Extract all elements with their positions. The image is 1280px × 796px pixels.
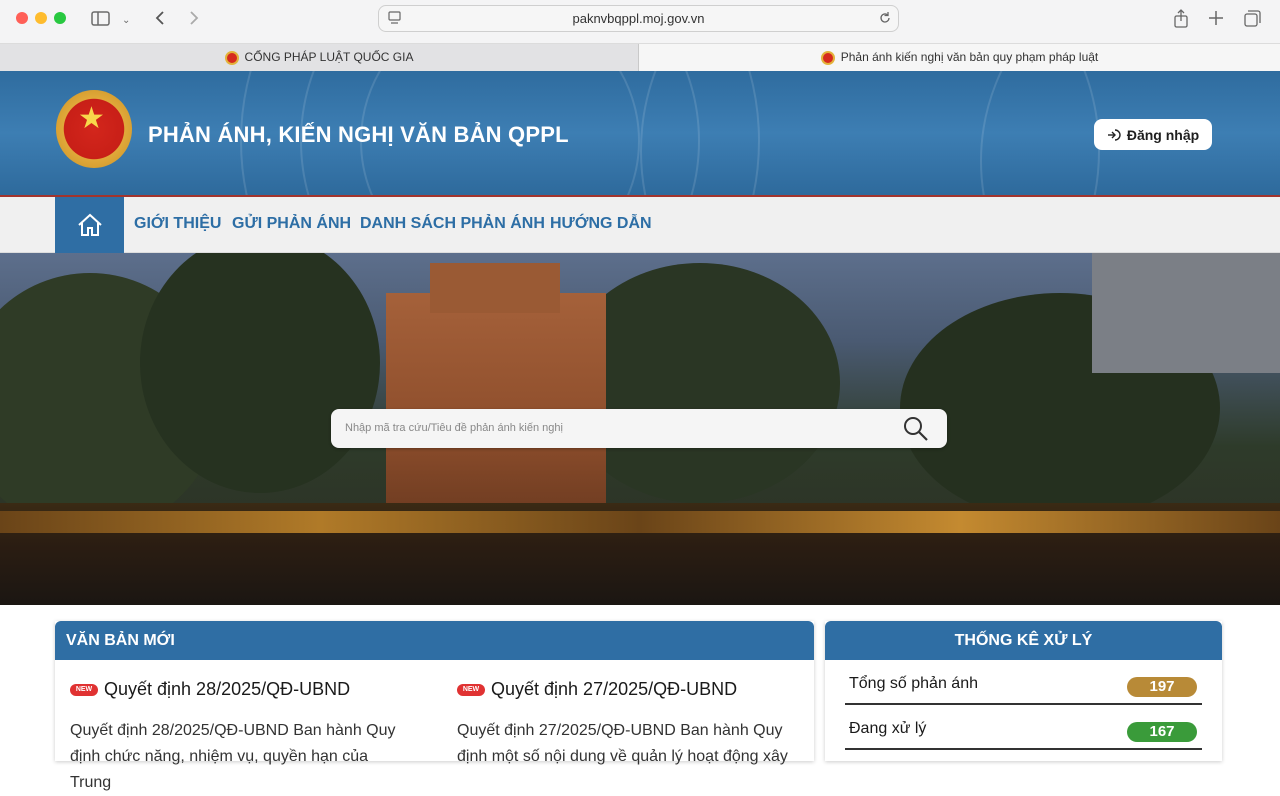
forward-icon[interactable] <box>188 10 200 30</box>
tab-phan-anh[interactable]: Phản ánh kiến nghị văn bản quy phạm pháp… <box>639 44 1280 71</box>
document-title-link[interactable]: Quyết định 28/2025/QĐ-UBND <box>104 679 350 700</box>
search-input[interactable] <box>345 419 885 437</box>
chevron-down-icon[interactable]: ⌄ <box>122 13 130 29</box>
emblem-icon <box>224 50 239 65</box>
hero-banner <box>0 253 1280 605</box>
new-documents-panel: VĂN BẢN MỚI NEW Quyết định 28/2025/QĐ-UB… <box>55 621 814 791</box>
hero-tower <box>386 293 606 523</box>
login-button[interactable]: Đăng nhập <box>1094 119 1212 150</box>
site-header: ★ PHẢN ÁNH, KIẾN NGHỊ VĂN BẢN QPPL Đăng … <box>0 71 1280 197</box>
stat-total[interactable]: Tổng số phản ánh 197 <box>845 660 1202 705</box>
search-icon <box>904 417 928 441</box>
search-button[interactable] <box>903 416 931 442</box>
browser-toolbar: ⌄ paknvbqppl.moj.gov.vn <box>0 0 1280 44</box>
home-button[interactable] <box>55 197 124 253</box>
hero-tower-top <box>430 263 560 313</box>
login-icon <box>1107 128 1121 141</box>
stat-value-badge: 197 <box>1127 677 1197 697</box>
share-icon[interactable] <box>1173 9 1189 32</box>
tab-bar: CỔNG PHÁP LUẬT QUỐC GIA Phản ánh kiến ng… <box>0 44 1280 71</box>
tab-label: CỔNG PHÁP LUẬT QUỐC GIA <box>244 50 414 64</box>
new-badge: NEW <box>70 683 98 696</box>
document-title-link[interactable]: Quyết định 27/2025/QĐ-UBND <box>491 679 737 700</box>
tab-overview-icon[interactable] <box>1244 10 1261 31</box>
stat-label: Đang xử lý <box>849 720 927 737</box>
login-label: Đăng nhập <box>1126 126 1200 143</box>
nav-danh-sach-phan-anh[interactable]: DANH SÁCH PHẢN ÁNH <box>360 215 545 233</box>
back-icon[interactable] <box>154 10 166 30</box>
search-box <box>331 409 947 448</box>
new-documents-heading: VĂN BẢN MỚI <box>55 621 814 660</box>
reload-icon[interactable] <box>878 11 892 29</box>
document-item: NEW Quyết định 27/2025/QĐ-UBND Quyết địn… <box>457 679 797 770</box>
main-nav: GIỚI THIỆU GỬI PHẢN ÁNH DANH SÁCH PHẢN Á… <box>0 197 1280 253</box>
new-badge: NEW <box>457 683 485 696</box>
site-title[interactable]: PHẢN ÁNH, KIẾN NGHỊ VĂN BẢN QPPL <box>148 122 569 148</box>
address-bar[interactable]: paknvbqppl.moj.gov.vn <box>378 5 899 32</box>
maximize-window-button[interactable] <box>54 12 66 24</box>
nav-gui-phan-anh[interactable]: GỬI PHẢN ÁNH <box>232 215 351 233</box>
hero-lights <box>0 511 1280 533</box>
document-description: Quyết định 28/2025/QĐ-UBND Ban hành Quy … <box>70 722 396 791</box>
hero-building <box>1092 253 1280 373</box>
tab-cong-phap-luat[interactable]: CỔNG PHÁP LUẬT QUỐC GIA <box>0 44 639 71</box>
nav-gioi-thieu[interactable]: GIỚI THIỆU <box>134 215 221 233</box>
sidebar-icon[interactable] <box>91 11 110 30</box>
minimize-window-button[interactable] <box>35 12 47 24</box>
national-emblem-icon[interactable]: ★ <box>56 90 132 168</box>
document-item: NEW Quyết định 28/2025/QĐ-UBND Quyết địn… <box>70 679 410 796</box>
tab-label: Phản ánh kiến nghị văn bản quy phạm pháp… <box>840 50 1099 64</box>
nav-huong-dan[interactable]: HƯỚNG DẪN <box>550 215 652 233</box>
statistics-panel: THỐNG KÊ XỬ LÝ Tổng số phản ánh 197 Đang… <box>825 621 1222 761</box>
star-icon: ★ <box>78 102 105 135</box>
emblem-icon <box>820 50 835 65</box>
url-text: paknvbqppl.moj.gov.vn <box>572 11 705 26</box>
document-description: Quyết định 27/2025/QĐ-UBND Ban hành Quy … <box>457 722 788 765</box>
close-window-button[interactable] <box>16 12 28 24</box>
stat-value-badge: 167 <box>1127 722 1197 742</box>
new-tab-icon[interactable] <box>1208 10 1224 30</box>
statistics-heading: THỐNG KÊ XỬ LÝ <box>825 621 1222 660</box>
home-icon <box>77 213 102 236</box>
stat-label: Tổng số phản ánh <box>849 675 978 692</box>
stat-processing[interactable]: Đang xử lý 167 <box>845 705 1202 750</box>
